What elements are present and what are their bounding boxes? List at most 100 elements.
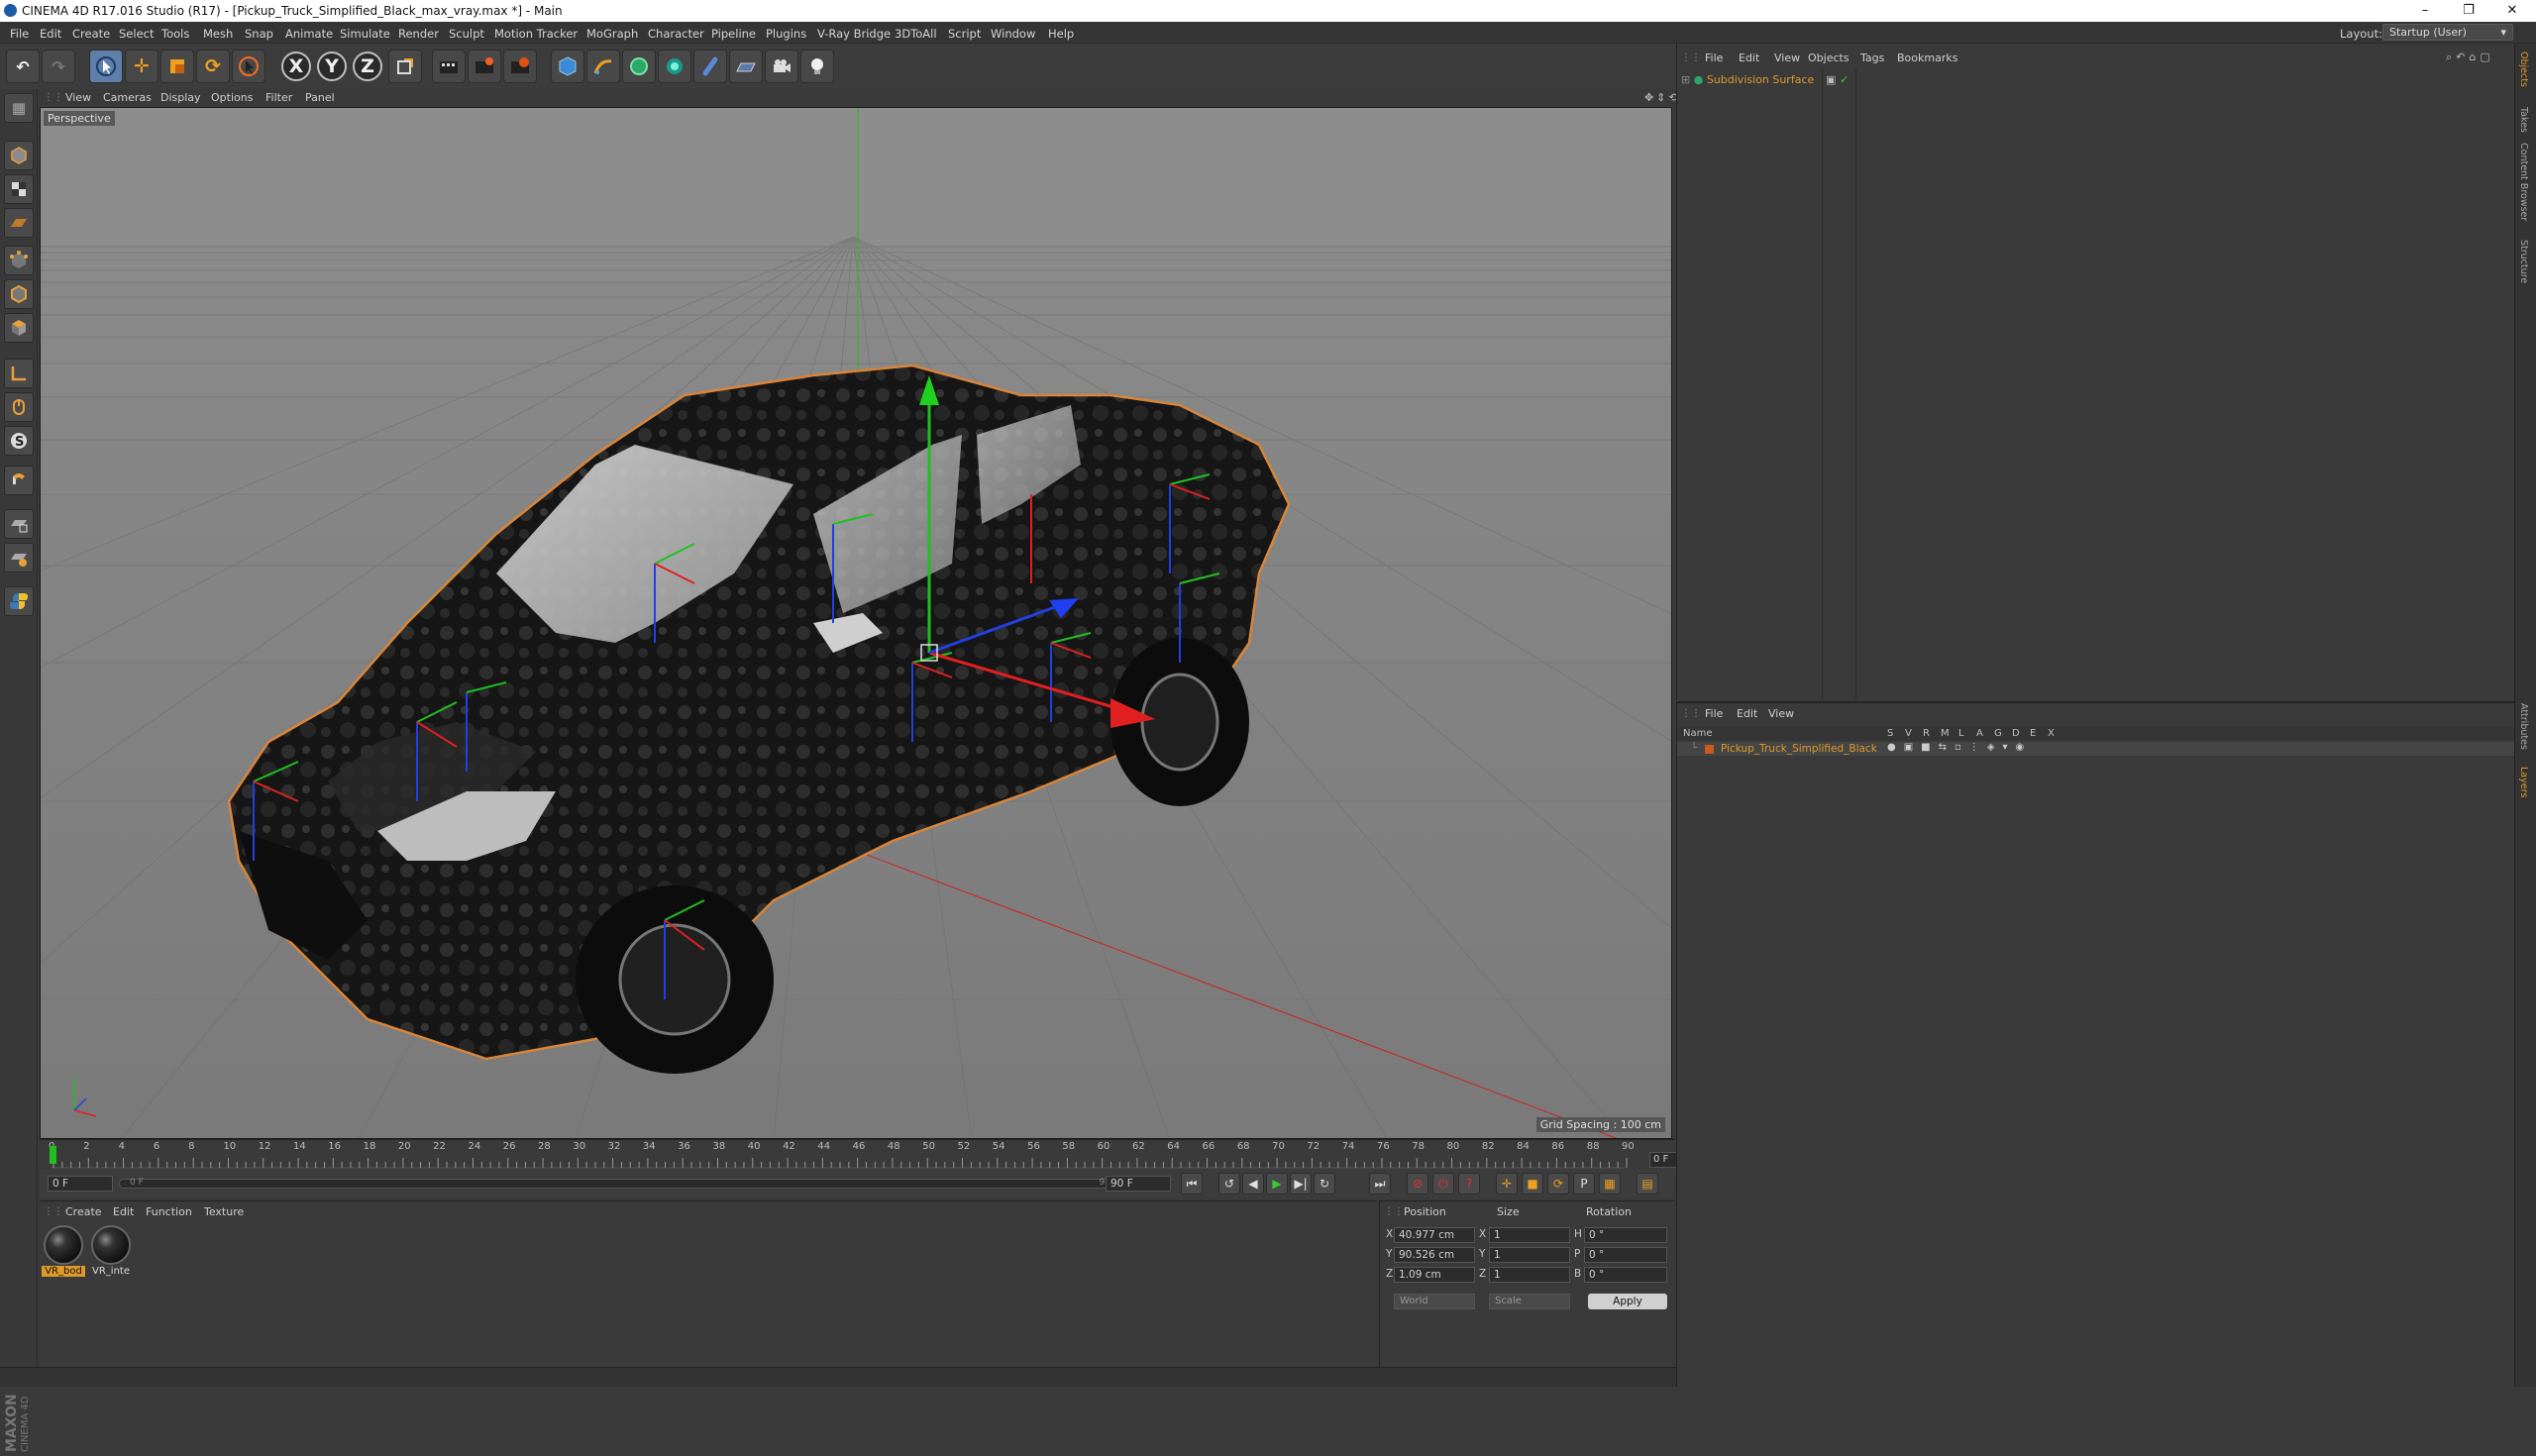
menu-edit[interactable]: Edit: [40, 27, 61, 41]
next-frame-icon[interactable]: ▶|: [1290, 1173, 1312, 1195]
tab-layers[interactable]: Layers: [2518, 767, 2529, 797]
next-key-icon[interactable]: ↻: [1314, 1173, 1335, 1195]
y-axis-lock-button[interactable]: Y: [317, 52, 347, 81]
object-menu-objects[interactable]: Objects: [1808, 52, 1849, 64]
menu-vray-bridge[interactable]: V-Ray Bridge: [817, 27, 891, 41]
render-settings-icon[interactable]: [503, 50, 537, 83]
layer-color-swatch[interactable]: [1705, 745, 1714, 754]
previous-frame-icon[interactable]: ◀: [1242, 1173, 1264, 1195]
end-frame-field[interactable]: 90 F: [1106, 1176, 1171, 1192]
previous-key-icon[interactable]: ↺: [1218, 1173, 1240, 1195]
object-manager-tools-icons[interactable]: ⌕↶⌂▢: [2446, 51, 2494, 64]
object-row-subdivision-surface[interactable]: ⊞ ● Subdivision Surface ▣ ✓: [1681, 73, 1849, 86]
layer-flag-icons[interactable]: ●▣■⇆▫⋮◈▾◉: [1887, 742, 2032, 753]
menu-tools[interactable]: Tools: [161, 27, 189, 41]
layer-menu-view[interactable]: View: [1768, 707, 1794, 720]
size-y-field[interactable]: 1: [1489, 1247, 1570, 1263]
material-swatch-vr-bod[interactable]: VR_bod: [42, 1225, 85, 1279]
camera-object-icon[interactable]: [765, 50, 798, 83]
viewport-menu-panel[interactable]: Panel: [305, 91, 335, 104]
deformer-icon[interactable]: [693, 50, 727, 83]
tab-attributes[interactable]: Attributes: [2518, 703, 2529, 750]
autokey-icon[interactable]: ⏻: [1432, 1173, 1454, 1195]
menu-character[interactable]: Character: [648, 27, 704, 41]
viewport-menu-view[interactable]: View: [65, 91, 91, 104]
redo-icon[interactable]: ↷: [42, 50, 75, 83]
tweak-mode-icon[interactable]: [4, 392, 34, 422]
key-rotation-icon[interactable]: ⟳: [1547, 1173, 1569, 1195]
restore-button[interactable]: ❐: [2447, 0, 2490, 22]
coordinate-system-icon[interactable]: [388, 50, 422, 83]
undo-icon[interactable]: ↶: [6, 50, 40, 83]
menu-sculpt[interactable]: Sculpt: [449, 27, 484, 41]
snap-icon[interactable]: S: [4, 426, 34, 456]
menu-motion-tracker[interactable]: Motion Tracker: [494, 27, 578, 41]
layer-menu-file[interactable]: File: [1705, 707, 1723, 720]
timeline-window-icon[interactable]: ▤: [1637, 1173, 1658, 1195]
scale-tool-icon[interactable]: [160, 50, 194, 83]
key-position-icon[interactable]: ✛: [1496, 1173, 1518, 1195]
light-object-icon[interactable]: [800, 50, 834, 83]
live-selection-icon[interactable]: [89, 50, 123, 83]
layer-menu-edit[interactable]: Edit: [1737, 707, 1757, 720]
minimize-button[interactable]: –: [2403, 0, 2447, 22]
menu-render[interactable]: Render: [398, 27, 439, 41]
layer-row[interactable]: └ Pickup_Truck_Simplified_Black ●▣■⇆▫⋮◈▾…: [1677, 742, 2515, 756]
start-frame-field[interactable]: 0 F: [48, 1176, 113, 1192]
rot-p-field[interactable]: 0 °: [1584, 1247, 1667, 1263]
viewport-menu-options[interactable]: Options: [211, 91, 253, 104]
tab-takes[interactable]: Takes: [2518, 107, 2529, 133]
playhead-marker[interactable]: [50, 1146, 56, 1164]
enabled-check-icon[interactable]: ✓: [1840, 73, 1849, 86]
size-mode-select[interactable]: Scale: [1489, 1294, 1570, 1309]
material-menu-create[interactable]: Create: [65, 1205, 102, 1218]
menu-plugins[interactable]: Plugins: [766, 27, 806, 41]
material-menu-texture[interactable]: Texture: [204, 1205, 244, 1218]
go-to-end-icon[interactable]: ⏭: [1369, 1173, 1391, 1195]
viewport-menu-display[interactable]: Display: [160, 91, 201, 104]
pos-x-field[interactable]: 40.977 cm: [1394, 1227, 1475, 1243]
keyframe-selection-icon[interactable]: ?: [1458, 1173, 1480, 1195]
menu-help[interactable]: Help: [1048, 27, 1074, 41]
menu-window[interactable]: Window: [991, 27, 1035, 41]
workplane-lock-icon[interactable]: [4, 509, 34, 539]
menu-select[interactable]: Select: [119, 27, 154, 41]
render-picture-viewer-icon[interactable]: [468, 50, 501, 83]
render-view-icon[interactable]: [432, 50, 466, 83]
size-z-field[interactable]: 1: [1489, 1267, 1570, 1283]
viewport-menu-filter[interactable]: Filter: [265, 91, 292, 104]
play-icon[interactable]: ▶: [1266, 1173, 1288, 1195]
rotate-tool-icon[interactable]: ⟳: [196, 50, 230, 83]
cube-object-icon[interactable]: [551, 50, 584, 83]
floor-object-icon[interactable]: [729, 50, 763, 83]
edges-mode-icon[interactable]: [4, 279, 34, 309]
material-swatch-vr-inte[interactable]: VR_inte: [89, 1225, 133, 1279]
menu-snap[interactable]: Snap: [245, 27, 273, 41]
spline-pen-icon[interactable]: [586, 50, 620, 83]
tab-content-browser[interactable]: Content Browser: [2518, 143, 2529, 221]
tab-structure[interactable]: Structure: [2518, 240, 2529, 283]
menu-create[interactable]: Create: [72, 27, 110, 41]
size-x-field[interactable]: 1: [1489, 1227, 1570, 1243]
key-pla-icon[interactable]: ▦: [1599, 1173, 1621, 1195]
cloner-icon[interactable]: [658, 50, 691, 83]
menu-3dtoall[interactable]: 3DToAll: [895, 27, 937, 41]
subdivision-surface-icon[interactable]: [622, 50, 656, 83]
apply-button[interactable]: Apply: [1588, 1294, 1667, 1309]
grid-snap-icon[interactable]: [4, 543, 34, 572]
material-menu-edit[interactable]: Edit: [113, 1205, 134, 1218]
make-editable-icon[interactable]: ▦: [4, 93, 34, 123]
z-axis-lock-button[interactable]: Z: [353, 52, 382, 81]
visibility-toggle-icon[interactable]: ▣: [1826, 73, 1836, 86]
recent-tool-icon[interactable]: [232, 50, 265, 83]
material-menu-function[interactable]: Function: [146, 1205, 192, 1218]
rot-h-field[interactable]: 0 °: [1584, 1227, 1667, 1243]
menu-script[interactable]: Script: [948, 27, 981, 41]
coordinate-mode-select[interactable]: World: [1394, 1294, 1475, 1309]
key-parameter-icon[interactable]: P: [1573, 1173, 1595, 1195]
key-scale-icon[interactable]: ■: [1522, 1173, 1543, 1195]
object-menu-view[interactable]: View: [1774, 52, 1800, 64]
layout-select[interactable]: Startup (User) ▾: [2382, 24, 2513, 41]
pos-z-field[interactable]: 1.09 cm: [1394, 1267, 1475, 1283]
object-menu-file[interactable]: File: [1705, 52, 1723, 64]
